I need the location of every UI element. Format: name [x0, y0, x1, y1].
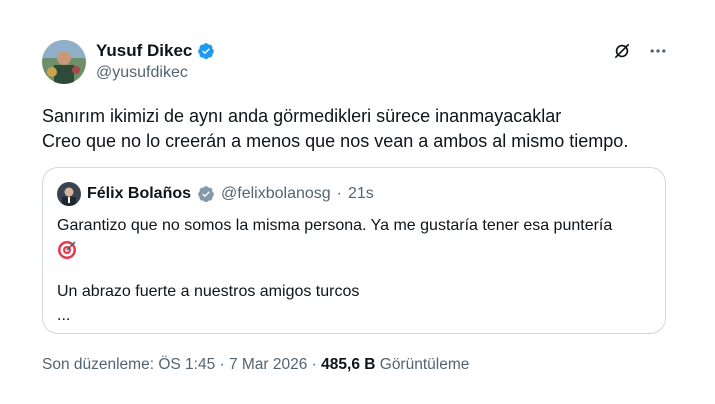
- tweet: Yusuf Dikec @yusufdikec Sanırım ikimizi …: [0, 0, 715, 404]
- author-handle[interactable]: @yusufdikec: [96, 64, 188, 82]
- more-icon[interactable]: [647, 40, 669, 62]
- quoted-author-handle[interactable]: @felixbolanosg: [221, 185, 331, 203]
- tweet-text-line-1: Sanırım ikimizi de aynı anda görmedikler…: [42, 106, 562, 126]
- quoted-text-line-3: Un abrazo fuerte a nuestros amigos turco…: [57, 283, 360, 300]
- author-avatar[interactable]: [42, 40, 86, 84]
- quoted-author-name[interactable]: Félix Bolaños: [87, 185, 191, 203]
- tweet-meta: Son düzenleme: ÖS 1:45 · 7 Mar 2026 · 48…: [42, 356, 469, 374]
- grok-icon[interactable]: [611, 40, 633, 62]
- tweet-text-line-2: Creo que no lo creerán a menos que nos v…: [42, 131, 629, 151]
- quoted-tweet-header: Félix Bolaños @felixbolanosg · 21s: [57, 182, 374, 206]
- verified-badge-icon: [197, 42, 215, 60]
- tweet-actions: [611, 40, 669, 62]
- author-name[interactable]: Yusuf Dikec: [96, 41, 192, 61]
- direct-hit-emoji-icon: [57, 240, 77, 260]
- tweet-text: Sanırım ikimizi de aynı anda görmedikler…: [42, 104, 682, 154]
- separator: ·: [336, 185, 342, 202]
- quoted-text-line-4: ...: [57, 307, 71, 324]
- quoted-author-avatar[interactable]: [57, 182, 81, 206]
- views-label: Görüntüleme: [375, 356, 470, 373]
- quoted-text-line-1: Garantizo que no somos la misma persona.…: [57, 217, 613, 234]
- quoted-tweet[interactable]: Félix Bolaños @felixbolanosg · 21s Garan…: [42, 167, 666, 334]
- verified-badge-icon: [197, 185, 215, 203]
- views-count: 485,6 B: [321, 356, 376, 373]
- quoted-tweet-time[interactable]: 21s: [348, 185, 374, 203]
- edited-timestamp[interactable]: Son düzenleme: ÖS 1:45 · 7 Mar 2026 ·: [42, 356, 321, 373]
- author-name-row[interactable]: Yusuf Dikec: [96, 41, 215, 61]
- quoted-tweet-text: Garantizo que no somos la misma persona.…: [57, 214, 657, 328]
- quoted-text-line-2: [57, 238, 657, 268]
